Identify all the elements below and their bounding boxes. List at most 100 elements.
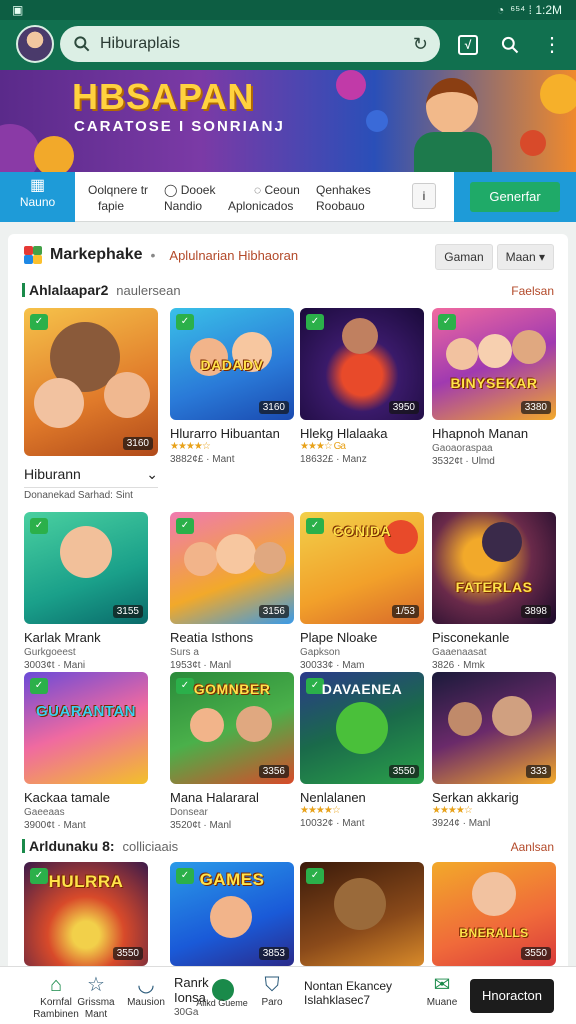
app-card[interactable]: ✓ 3950 Hlekg Hlalaaka ★★★☆ Ga 18632£ · M… bbox=[300, 308, 424, 465]
chevron-down-icon[interactable]: ⌄ bbox=[146, 466, 158, 483]
app-card[interactable]: FATERLAS 3898 Pisconekanle Gaaenaasat 38… bbox=[432, 512, 556, 671]
status-time: ⁶⁵⁴ ⁞ 1:2M bbox=[510, 3, 562, 17]
grid-icon: ▦ bbox=[29, 177, 46, 194]
banner-subtitle: CARATOSE I SONRIANJ bbox=[74, 118, 285, 135]
app-meta: 3924¢ · Manl bbox=[432, 818, 491, 829]
nav-badges[interactable]: ✉ Muane bbox=[412, 973, 472, 1009]
refresh-icon[interactable]: ↻ bbox=[413, 34, 428, 55]
app-card[interactable]: ✓ bbox=[300, 862, 424, 966]
app-thumbnail: ✓ GAMES 3853 bbox=[170, 862, 294, 966]
app-title: Nenlalanen bbox=[300, 790, 366, 805]
sort-dropdown[interactable]: Maan ▾ bbox=[496, 244, 554, 270]
tab-cta-area: Generfar bbox=[454, 172, 576, 222]
app-rating: ★★★★☆ bbox=[170, 441, 211, 452]
category-tabs: ▦ Nauno Oolqnere tr fapie ◯ Dooek Nandio… bbox=[0, 172, 576, 222]
app-card[interactable]: 333 Serkan akkarig ★★★★☆ 3924¢ · Manl bbox=[432, 672, 556, 829]
app-card[interactable]: ✓ DADADV 3160 Hlurarro Hibuantan ★★★★☆ 3… bbox=[170, 308, 294, 465]
marketplace-header: Markephake • Aplulnarian Hibhaoran bbox=[24, 246, 298, 264]
app-subtitle: Donanekad Sarhad: Sint bbox=[24, 487, 158, 501]
tab-2[interactable]: ◯ Dooek Nandio bbox=[164, 172, 215, 222]
tab-home[interactable]: ▦ Nauno bbox=[0, 172, 75, 222]
badge-icon: ✓ bbox=[176, 518, 194, 534]
banner-title: HBSAPAN bbox=[72, 76, 255, 117]
nav-messages[interactable]: ◡ Mausion bbox=[116, 973, 176, 1009]
app-thumbnail: ✓ bbox=[300, 862, 424, 966]
app-meta: 3520¢t · Manl bbox=[170, 820, 232, 831]
badge-icon: ✓ bbox=[30, 314, 48, 330]
app-meta: 18632£ · Manz bbox=[300, 454, 367, 465]
badge-icon: ✓ bbox=[30, 518, 48, 534]
decor-ball bbox=[540, 74, 576, 114]
badge-icon: ✉ bbox=[433, 974, 451, 996]
app-meta: 3826 · Mmk bbox=[432, 660, 485, 671]
app-title: Serkan akkarig bbox=[432, 790, 519, 805]
nav-profile[interactable]: ⛉ Paro bbox=[242, 973, 302, 1009]
badge-icon: ✓ bbox=[306, 868, 324, 884]
banner-character bbox=[396, 74, 506, 172]
app-meta: 3532¢t · Ulmd bbox=[432, 456, 495, 467]
app-subtitle: Gaaenaasat bbox=[432, 647, 487, 658]
section-more-link[interactable]: Faelsan bbox=[511, 284, 554, 298]
app-rating: ★★★☆ Ga bbox=[300, 441, 346, 452]
tab-mini-button[interactable]: i bbox=[412, 183, 436, 209]
app-meta: 1953¢t · Manl bbox=[170, 660, 232, 671]
app-title: Hlurarro Hibuantan bbox=[170, 426, 280, 441]
app-title: Pisconekanle bbox=[432, 630, 510, 645]
action-button[interactable]: Hnoracton bbox=[470, 979, 554, 1013]
app-title: Kackaa tamale bbox=[24, 790, 110, 805]
generate-button[interactable]: Generfar bbox=[470, 182, 560, 212]
app-card[interactable]: ✓ BINYSEKAR 3380 Hhapnoh Manan Gaoaorasp… bbox=[432, 308, 556, 467]
app-thumbnail: ✓ HULRRA 3550 bbox=[24, 862, 148, 966]
app-card[interactable]: ✓ 3155 Karlak Mrank Gurkgoeest 3003¢t · … bbox=[24, 512, 148, 671]
badge-icon: ✓ bbox=[30, 678, 48, 694]
pin-icon: ◌ bbox=[254, 183, 265, 197]
app-thumbnail: ✓ CONIDA 1/53 bbox=[300, 512, 424, 624]
featured-app-card[interactable]: ✓ 3160 Hiburann ⌄ Donanekad Sarhad: Sint bbox=[24, 308, 158, 501]
tab-1[interactable]: Oolqnere tr fapie bbox=[88, 172, 148, 222]
app-meta: 10032¢ · Mant bbox=[300, 818, 365, 829]
app-subtitle: Gurkgoeest bbox=[24, 647, 76, 658]
search-icon bbox=[74, 36, 90, 52]
status-bar: ▣ ◔ ⁶⁵⁴ ⁞ 1:2M bbox=[0, 0, 576, 20]
app-meta: 3900¢t · Mant bbox=[24, 820, 86, 831]
section-more-link[interactable]: Aanlsan bbox=[511, 840, 554, 854]
app-title: Hlekg Hlalaaka bbox=[300, 426, 388, 441]
marketplace-subtitle: Aplulnarian Hibhaoran bbox=[169, 247, 299, 263]
app-thumbnail: 333 bbox=[432, 672, 556, 784]
app-thumbnail: ✓ GOMNBER 3356 bbox=[170, 672, 294, 784]
app-card[interactable]: ✓ CONIDA 1/53 Plape Nloake Gapkson 30033… bbox=[300, 512, 424, 671]
status-right: ◔ ⁶⁵⁴ ⁞ 1:2M bbox=[497, 3, 562, 17]
avatar[interactable] bbox=[16, 25, 54, 63]
tab-4[interactable]: Qenhakes Roobauo bbox=[316, 172, 371, 222]
filter-button[interactable]: Gaman bbox=[435, 244, 493, 270]
app-thumbnail: ✓ GUARANTAN bbox=[24, 672, 148, 784]
app-thumbnail: ✓ DADADV 3160 bbox=[170, 308, 294, 420]
filter-group: Gaman Maan ▾ bbox=[435, 244, 554, 270]
search-icon[interactable] bbox=[500, 35, 520, 55]
app-title: Karlak Mrank bbox=[24, 630, 101, 645]
app-card[interactable]: ✓ DAVAENEA 3550 Nenlalanen ★★★★☆ 10032¢ … bbox=[300, 672, 424, 829]
tab-3[interactable]: ◌ Ceoun Aplonicados bbox=[228, 172, 300, 222]
app-rating: ★★★★☆ bbox=[300, 805, 341, 816]
app-card[interactable]: ✓ HULRRA 3550 bbox=[24, 862, 148, 966]
search-box[interactable]: Hiburaplais ↻ bbox=[60, 26, 440, 62]
bottom-navigation: ⌂ Kornfal Rambinen ☆ Grissma Mant ◡ Maus… bbox=[0, 966, 576, 1024]
app-title: Mana Halararal bbox=[170, 790, 259, 805]
nav-search-info[interactable]: Nontan Ekancey Islahklasec7 bbox=[304, 979, 392, 1007]
person-icon: ⛉ bbox=[264, 974, 280, 996]
app-card[interactable]: ✓ 3156 Reatia Isthons Surs a 1953¢t · Ma… bbox=[170, 512, 294, 671]
app-card[interactable]: ✓ GAMES 3853 bbox=[170, 862, 294, 966]
app-title: Hiburann bbox=[24, 466, 81, 482]
app-card[interactable]: ✓ GOMNBER 3356 Mana Halararal Donsear 35… bbox=[170, 672, 294, 831]
wifi-icon: ◔ bbox=[497, 3, 505, 17]
decor-ball bbox=[520, 130, 546, 156]
app-card[interactable]: BNERALLS 3550 bbox=[432, 862, 556, 966]
app-subtitle: Gapkson bbox=[300, 647, 341, 658]
more-vert-icon[interactable]: ⋮ bbox=[542, 32, 562, 57]
tv-icon[interactable]: √ bbox=[458, 34, 478, 55]
section-header: Arldunaku 8: colliciaais bbox=[22, 838, 178, 854]
app-subtitle: Gaeeaas bbox=[24, 807, 65, 818]
hero-banner[interactable]: HBSAPAN CARATOSE I SONRIANJ bbox=[0, 70, 576, 172]
app-card[interactable]: ✓ GUARANTAN Kackaa tamale Gaeeaas 3900¢t… bbox=[24, 672, 148, 831]
search-input[interactable]: Hiburaplais bbox=[100, 35, 413, 53]
